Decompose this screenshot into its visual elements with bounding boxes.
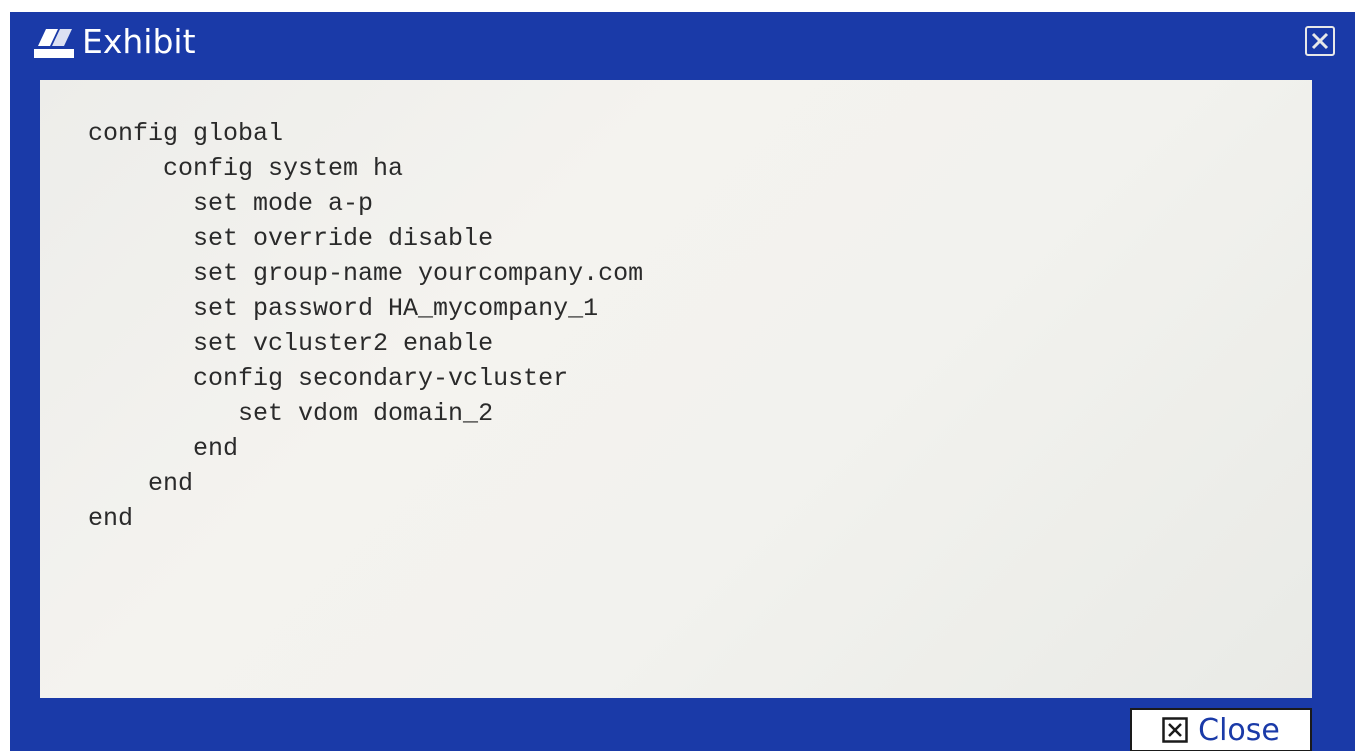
code-line: set override disable — [88, 224, 494, 253]
close-icon — [1311, 32, 1329, 50]
code-line: set password HA_mycompany_1 — [88, 294, 599, 323]
code-line: config system ha — [88, 154, 404, 183]
title-close-button[interactable] — [1305, 26, 1335, 56]
window-title: Exhibit — [82, 22, 196, 61]
code-line: config global — [88, 119, 284, 148]
code-line: set vdom domain_2 — [88, 399, 494, 428]
code-line: set group-name yourcompany.com — [88, 259, 644, 288]
exhibit-icon — [34, 29, 74, 58]
dialog-footer: Close — [10, 698, 1355, 751]
close-button[interactable]: Close — [1130, 708, 1312, 751]
exhibit-content: config global config system ha set mode … — [40, 80, 1312, 698]
config-code: config global config system ha set mode … — [88, 116, 643, 536]
code-line: end — [88, 469, 194, 498]
code-line: config secondary-vcluster — [88, 364, 569, 393]
exhibit-window: Exhibit config global config system ha s… — [10, 12, 1355, 751]
close-icon — [1162, 717, 1188, 743]
code-line: set mode a-p — [88, 189, 374, 218]
code-line: end — [88, 434, 239, 463]
code-line: end — [88, 504, 134, 533]
title-bar: Exhibit — [10, 12, 1355, 76]
code-line: set vcluster2 enable — [88, 329, 494, 358]
close-button-label: Close — [1198, 712, 1280, 748]
